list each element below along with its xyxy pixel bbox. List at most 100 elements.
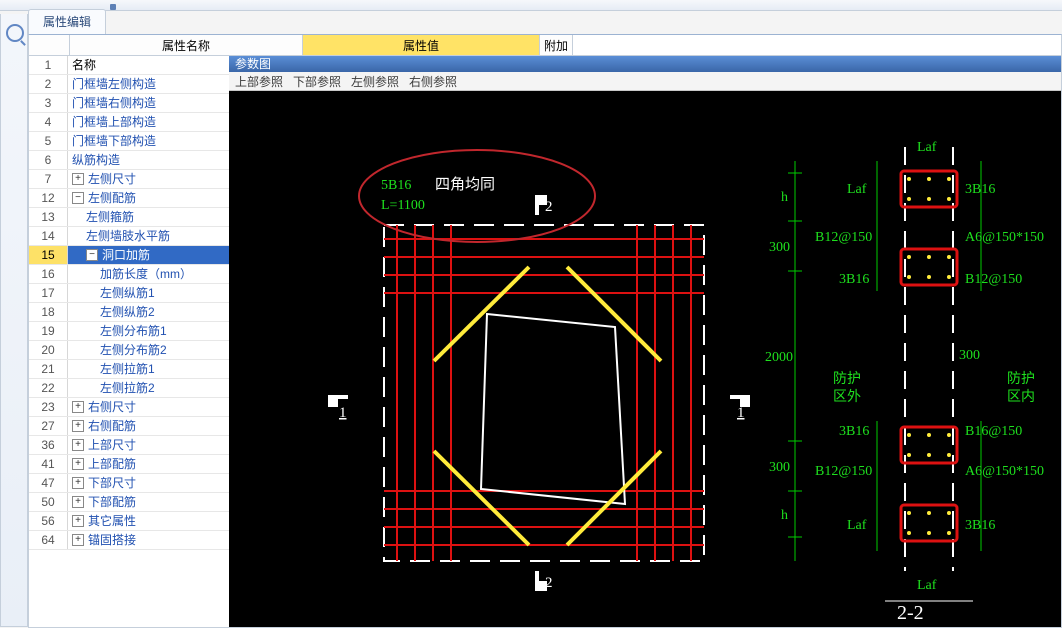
col-number [29, 35, 70, 55]
left-rail [0, 14, 28, 627]
row-number: 27 [29, 417, 68, 435]
row-number: 64 [29, 531, 68, 549]
property-row[interactable]: 36+上部尺寸 [29, 436, 229, 455]
svg-text:B12@150: B12@150 [965, 272, 1022, 287]
expand-icon[interactable]: + [72, 439, 84, 451]
row-number: 2 [29, 75, 68, 93]
row-number: 47 [29, 474, 68, 492]
property-row[interactable]: 2门框墙左侧构造 [29, 75, 229, 94]
row-number: 12 [29, 189, 68, 207]
property-row[interactable]: 16加筋长度（mm） [29, 265, 229, 284]
svg-text:A6@150*150: A6@150*150 [965, 464, 1044, 479]
label-length: L=1100 [381, 198, 425, 213]
property-row[interactable]: 7+左侧尺寸 [29, 170, 229, 189]
svg-text:2-2: 2-2 [897, 602, 924, 624]
row-number: 16 [29, 265, 68, 283]
property-row[interactable]: 3门框墙右侧构造 [29, 94, 229, 113]
menu-ref-left[interactable]: 左侧参照 [351, 73, 399, 90]
expand-icon[interactable]: + [72, 534, 84, 546]
cad-canvas[interactable]: 5B16 四角均同 L=1100 2 2 1 1 [229, 91, 1061, 627]
row-label: 名称 [68, 56, 229, 74]
svg-text:Laf: Laf [917, 140, 937, 155]
expand-icon[interactable]: + [72, 515, 84, 527]
property-row[interactable]: 47+下部尺寸 [29, 474, 229, 493]
svg-text:B12@150: B12@150 [815, 464, 872, 479]
svg-text:防护: 防护 [833, 371, 861, 387]
property-row[interactable]: 27+右侧配筋 [29, 417, 229, 436]
tab-property-edit[interactable]: 属性编辑 [28, 9, 106, 34]
row-label: 左侧拉筋2 [68, 379, 229, 397]
collapse-icon[interactable]: − [72, 192, 84, 204]
property-row[interactable]: 5门框墙下部构造 [29, 132, 229, 151]
menu-ref-bottom[interactable]: 下部参照 [293, 73, 341, 90]
row-label: 左侧分布筋1 [68, 322, 229, 340]
row-label: 左侧分布筋2 [68, 341, 229, 359]
property-row[interactable]: 41+上部配筋 [29, 455, 229, 474]
property-row[interactable]: 50+下部配筋 [29, 493, 229, 512]
svg-text:1: 1 [737, 405, 745, 421]
svg-text:B16@150: B16@150 [965, 424, 1022, 439]
row-label: 加筋长度（mm） [68, 265, 229, 283]
row-number: 41 [29, 455, 68, 473]
collapse-icon[interactable]: − [86, 249, 98, 261]
expand-icon[interactable]: + [72, 401, 84, 413]
svg-text:h: h [781, 190, 788, 205]
expand-icon[interactable]: + [72, 420, 84, 432]
menu-ref-top[interactable]: 上部参照 [235, 73, 283, 90]
row-label: 左侧墙肢水平筋 [68, 227, 229, 245]
row-number: 23 [29, 398, 68, 416]
svg-text:3B16: 3B16 [839, 424, 869, 439]
row-label: +上部配筋 [68, 455, 229, 473]
property-row[interactable]: 6纵筋构造 [29, 151, 229, 170]
svg-text:300: 300 [769, 240, 790, 255]
col-value: 属性值 [303, 35, 540, 55]
row-number: 4 [29, 113, 68, 131]
row-label: +上部尺寸 [68, 436, 229, 454]
property-row[interactable]: 64+锚固搭接 [29, 531, 229, 550]
row-label: 门框墙上部构造 [68, 113, 229, 131]
property-row[interactable]: 13左侧箍筋 [29, 208, 229, 227]
expand-icon[interactable]: + [72, 173, 84, 185]
property-row[interactable]: 4门框墙上部构造 [29, 113, 229, 132]
menu-ref-right[interactable]: 右侧参照 [409, 73, 457, 90]
svg-text:300: 300 [959, 348, 980, 363]
row-label: +下部尺寸 [68, 474, 229, 492]
property-row[interactable]: 15−洞口加筋 [29, 246, 229, 265]
row-number: 36 [29, 436, 68, 454]
svg-text:区内: 区内 [1007, 389, 1035, 405]
property-row[interactable]: 12−左侧配筋 [29, 189, 229, 208]
property-row[interactable]: 21左侧拉筋1 [29, 360, 229, 379]
property-rows[interactable]: 1名称2门框墙左侧构造3门框墙右侧构造4门框墙上部构造5门框墙下部构造6纵筋构造… [29, 56, 229, 627]
viewport-title: 参数图 [229, 56, 1061, 72]
property-row[interactable]: 14左侧墙肢水平筋 [29, 227, 229, 246]
property-row[interactable]: 56+其它属性 [29, 512, 229, 531]
property-row[interactable]: 17左侧纵筋1 [29, 284, 229, 303]
svg-text:B12@150: B12@150 [815, 230, 872, 245]
property-row[interactable]: 20左侧分布筋2 [29, 341, 229, 360]
property-row[interactable]: 22左侧拉筋2 [29, 379, 229, 398]
drawing-viewport: 参数图 上部参照 下部参照 左侧参照 右侧参照 [229, 56, 1061, 627]
property-row[interactable]: 23+右侧尺寸 [29, 398, 229, 417]
property-row[interactable]: 1名称 [29, 56, 229, 75]
expand-icon[interactable]: + [72, 496, 84, 508]
row-number: 14 [29, 227, 68, 245]
row-label: 门框墙左侧构造 [68, 75, 229, 93]
property-row[interactable]: 19左侧分布筋1 [29, 322, 229, 341]
svg-text:Laf: Laf [917, 578, 937, 593]
row-label: +其它属性 [68, 512, 229, 530]
expand-icon[interactable]: + [72, 477, 84, 489]
label-rebar-spec: 5B16 [381, 178, 411, 193]
row-label: 纵筋构造 [68, 151, 229, 169]
row-label: +锚固搭接 [68, 531, 229, 549]
expand-icon[interactable]: + [72, 458, 84, 470]
row-label: +右侧配筋 [68, 417, 229, 435]
row-number: 7 [29, 170, 68, 188]
svg-text:区外: 区外 [833, 389, 861, 405]
search-icon[interactable] [6, 24, 24, 42]
svg-text:Laf: Laf [847, 518, 867, 533]
property-row[interactable]: 18左侧纵筋2 [29, 303, 229, 322]
row-label: +下部配筋 [68, 493, 229, 511]
row-number: 6 [29, 151, 68, 169]
row-number: 17 [29, 284, 68, 302]
row-number: 15 [29, 246, 68, 264]
